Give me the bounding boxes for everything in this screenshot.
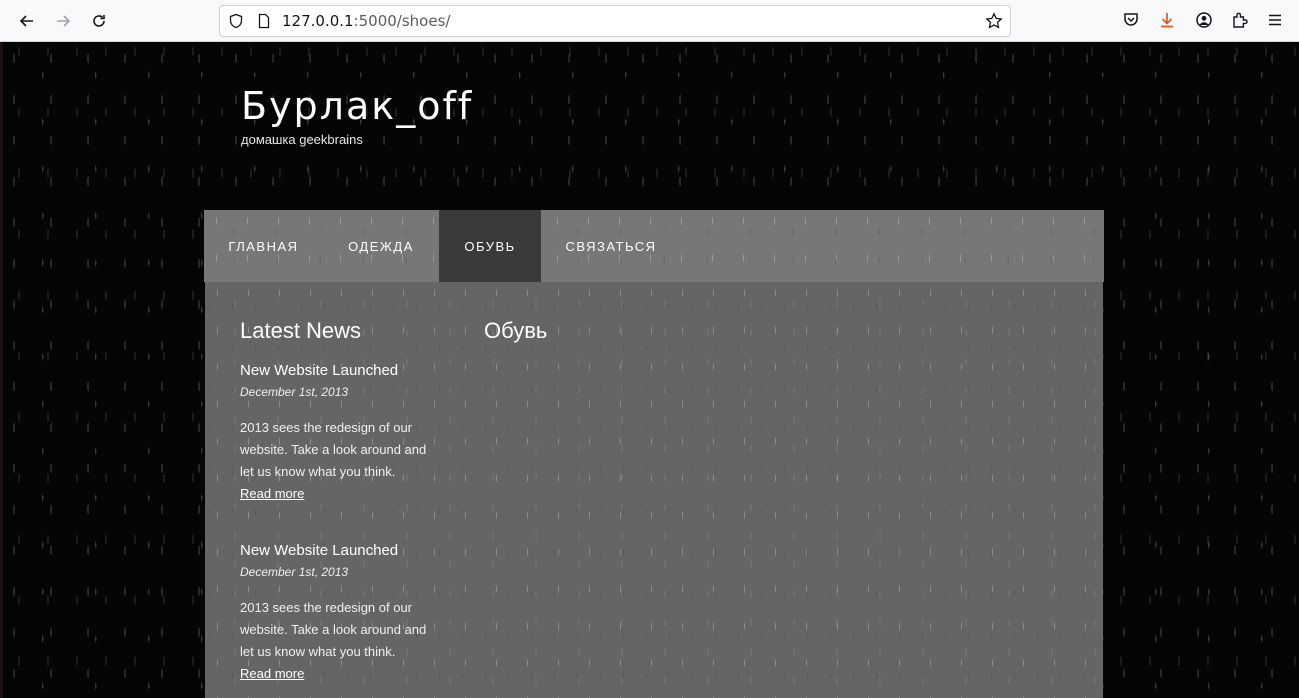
- arrow-right-icon: [57, 15, 71, 27]
- news-date: December 1st, 2013: [240, 385, 349, 399]
- shield-icon[interactable]: [228, 13, 244, 29]
- nav-item-shoes[interactable]: ОБУВЬ: [439, 210, 541, 282]
- site-title[interactable]: Бурлак_off: [241, 83, 473, 129]
- arrow-left-icon: [19, 15, 33, 27]
- site-subtitle: домашка geekbrains: [241, 132, 363, 147]
- nav-item-home[interactable]: ГЛАВНАЯ: [204, 210, 323, 282]
- news-text: 2013 sees the redesign of our website. T…: [240, 420, 427, 479]
- reload-icon: [93, 15, 105, 27]
- bookmark-star-icon[interactable]: [985, 12, 1003, 30]
- pocket-button[interactable]: [1121, 10, 1141, 30]
- url-host: 127.0.0.1: [282, 12, 354, 30]
- address-bar[interactable]: 127.0.0.1:5000/shoes/: [219, 5, 1011, 37]
- menu-button[interactable]: [1265, 10, 1285, 30]
- page-heading: Обувь: [484, 318, 548, 343]
- news-text: 2013 sees the redesign of our website. T…: [240, 600, 427, 659]
- forward-button[interactable]: [50, 8, 76, 34]
- sidebar-heading: Latest News: [240, 318, 362, 343]
- reload-button[interactable]: [86, 8, 112, 34]
- hamburger-icon: [1269, 14, 1281, 26]
- account-button[interactable]: [1194, 10, 1214, 30]
- read-more-link[interactable]: Read more: [240, 663, 304, 685]
- downloads-button[interactable]: [1157, 10, 1177, 30]
- extensions-button[interactable]: [1230, 10, 1250, 30]
- url-path: :5000/shoes/: [353, 12, 451, 30]
- news-item: New Website Launched December 1st, 2013 …: [240, 542, 435, 685]
- pocket-icon: [1124, 13, 1138, 26]
- news-title: New Website Launched: [240, 362, 399, 379]
- download-icon: [1161, 13, 1173, 28]
- content-area: Latest News New Website Launched Decembe…: [205, 282, 1103, 698]
- back-button[interactable]: [14, 8, 40, 34]
- news-date: December 1st, 2013: [240, 565, 349, 579]
- read-more-link[interactable]: Read more: [240, 483, 304, 505]
- page-icon[interactable]: [256, 13, 272, 29]
- page: Бурлак_off домашка geekbrains ГЛАВНАЯ ОД…: [0, 42, 1299, 698]
- account-icon: [1196, 12, 1212, 28]
- url-text[interactable]: 127.0.0.1:5000/shoes/: [282, 12, 450, 31]
- nav-item-clothes[interactable]: ОДЕЖДА: [323, 210, 439, 282]
- news-item: New Website Launched December 1st, 2013 …: [240, 362, 435, 505]
- nav-item-contact[interactable]: СВЯЗАТЬСЯ: [541, 210, 681, 282]
- main-nav: ГЛАВНАЯ ОДЕЖДА ОБУВЬ СВЯЗАТЬСЯ: [204, 210, 1104, 282]
- puzzle-icon: [1233, 12, 1248, 28]
- browser-toolbar: 127.0.0.1:5000/shoes/: [0, 0, 1299, 42]
- news-title: New Website Launched: [240, 542, 399, 559]
